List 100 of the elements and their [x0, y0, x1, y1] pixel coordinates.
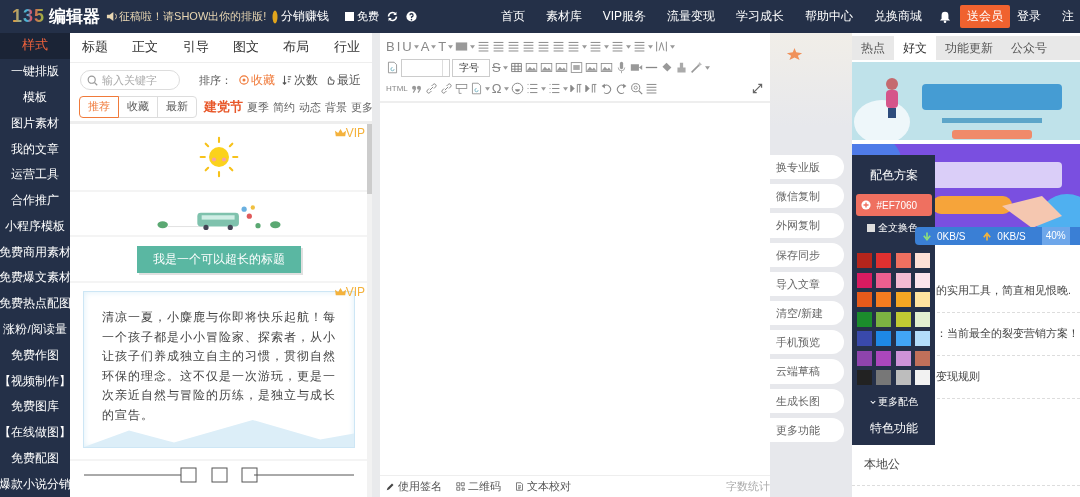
color-swatch[interactable] [895, 292, 911, 307]
sidebar-item[interactable]: 免费商用素材 [0, 239, 70, 266]
color-swatch[interactable] [876, 311, 892, 327]
align-icon[interactable] [589, 40, 603, 53]
color-swatch[interactable] [895, 331, 911, 346]
undo-icon[interactable] [599, 82, 613, 95]
caret-icon[interactable] [670, 44, 676, 49]
caret-icon[interactable] [562, 86, 568, 91]
filter-button[interactable]: 最新 [157, 96, 197, 118]
color-swatch[interactable] [915, 350, 931, 366]
sidebar-item[interactable]: 合作推广 [0, 187, 70, 214]
video-camera-icon[interactable] [629, 61, 643, 74]
caret-icon[interactable] [540, 86, 546, 91]
feature-tab[interactable]: 特色功能 [869, 420, 918, 437]
tag-link[interactable]: 动态 [299, 99, 321, 115]
more-colors-button[interactable]: 更多配色 [869, 395, 918, 409]
nav-link[interactable]: 兑换商城 [874, 8, 922, 25]
whole-text-checkbox[interactable] [867, 224, 875, 232]
caret-icon[interactable] [704, 65, 710, 70]
divider-drawing[interactable] [83, 467, 354, 483]
article-link[interactable]: ：当前最全的裂变营销方案！ [936, 327, 1079, 341]
color-swatch[interactable] [856, 370, 872, 385]
news-tab[interactable]: 热点 [852, 36, 894, 60]
article-link[interactable]: 的实用工具，简直相见恨晚. [936, 284, 1071, 298]
color-swatch[interactable] [915, 253, 931, 268]
caret-icon[interactable] [604, 44, 610, 49]
color-swatch[interactable] [895, 272, 911, 288]
sort-option[interactable]: 次数 [282, 72, 318, 88]
nav-link[interactable]: VIP服务 [602, 8, 646, 25]
magic-wand-icon[interactable] [689, 61, 703, 74]
nav-link[interactable]: 素材库 [545, 8, 582, 25]
tool-button[interactable]: 外网复制 [770, 213, 844, 238]
format-button[interactable]: I [396, 39, 401, 54]
sidebar-item[interactable]: 模板 [0, 84, 70, 111]
color-swatch[interactable] [895, 311, 911, 327]
nav-link[interactable]: 学习成长 [736, 8, 784, 25]
image-icon[interactable] [539, 61, 553, 74]
tool-button[interactable]: 手机预览 [770, 330, 844, 355]
sidebar-item[interactable]: 免费配图 [0, 445, 70, 472]
color-swatch[interactable] [856, 253, 872, 268]
caret-icon[interactable] [582, 44, 588, 49]
news-tab[interactable]: 功能更新 [936, 36, 1002, 60]
tool-button[interactable]: 换专业版 [770, 155, 844, 180]
caret-icon[interactable] [502, 65, 508, 70]
scrollbar[interactable] [367, 124, 372, 497]
color-swatch[interactable] [856, 292, 872, 307]
app-title[interactable]: 编辑器 [49, 5, 101, 28]
nav-link[interactable]: 首页 [500, 8, 525, 25]
caret-icon[interactable] [626, 44, 632, 49]
free-checkbox[interactable] [345, 12, 355, 21]
news-tab[interactable]: 公众号 [1002, 36, 1056, 60]
format-button[interactable]: S [492, 60, 501, 75]
color-swatch[interactable] [895, 370, 911, 385]
sidebar-item[interactable]: 小程序模板 [0, 213, 70, 240]
link-icon[interactable] [424, 82, 438, 95]
align-icon[interactable] [633, 40, 647, 53]
color-swatch[interactable] [915, 311, 931, 327]
color-swatch[interactable] [876, 272, 892, 288]
link-icon[interactable] [439, 82, 453, 95]
caret-icon[interactable] [470, 44, 476, 49]
category-tab[interactable]: 引导 [182, 39, 209, 56]
caret-icon[interactable] [431, 44, 437, 49]
footer-button[interactable]: 使用签名 [386, 479, 442, 494]
color-swatch[interactable] [895, 253, 911, 268]
color-swatch[interactable] [876, 350, 892, 366]
caret-icon[interactable] [413, 44, 419, 49]
align-icon[interactable] [537, 40, 551, 53]
image-icon[interactable] [554, 61, 568, 74]
register-link[interactable]: 注 [1062, 8, 1074, 25]
sidebar-item[interactable]: 我的文章 [0, 136, 70, 162]
find-icon[interactable] [629, 82, 643, 95]
frame-icon[interactable] [454, 82, 468, 95]
format-button[interactable]: HTML [386, 81, 408, 96]
tool-button[interactable]: 云端草稿 [770, 359, 844, 384]
paragraph-direction-icon[interactable] [584, 82, 598, 95]
article-link[interactable]: 本地公 [864, 456, 900, 472]
color-swatch[interactable] [876, 331, 892, 346]
align-icon[interactable] [552, 40, 566, 53]
help-icon[interactable] [406, 11, 418, 22]
color-swatch[interactable] [915, 331, 931, 346]
category-tab[interactable]: 正文 [132, 39, 159, 56]
category-tab[interactable]: 布局 [283, 39, 310, 56]
table-icon[interactable] [509, 61, 523, 74]
color-swatch[interactable] [856, 331, 872, 346]
color-swatch[interactable] [915, 272, 931, 288]
login-link[interactable]: 登录 [1017, 8, 1041, 25]
tag-link[interactable]: 建党节 [204, 98, 243, 116]
align-icon[interactable] [611, 40, 625, 53]
format-button[interactable]: U [402, 39, 412, 54]
promo-link[interactable]: 分销赚钱 [281, 8, 330, 25]
font-size-select[interactable]: 字号 [452, 58, 490, 77]
color-swatch[interactable] [876, 253, 892, 268]
format-button[interactable]: B [386, 39, 395, 54]
sidebar-item[interactable]: 图片素材 [0, 110, 70, 137]
footer-button[interactable]: 二维码 [456, 479, 501, 494]
category-tab[interactable]: 行业 [333, 39, 360, 56]
image-icon[interactable] [584, 61, 598, 74]
align-icon[interactable] [492, 40, 506, 53]
nav-link[interactable]: 流量变现 [667, 8, 715, 25]
tag-link[interactable]: 夏季 [247, 99, 269, 115]
